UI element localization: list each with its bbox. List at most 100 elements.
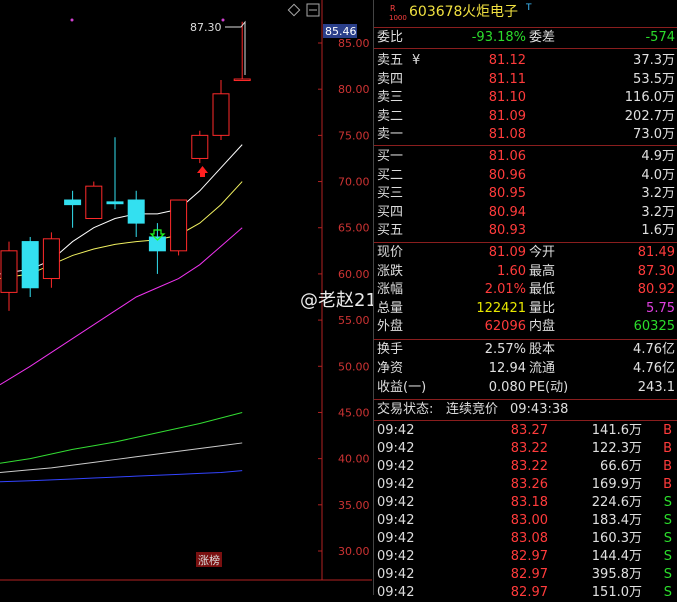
order-book-row[interactable]: 买五 80.93 1.6万 [374, 222, 677, 240]
tick-volume: 151.0万 [591, 585, 642, 600]
stat-value: 243.1 [637, 380, 675, 395]
tick-row[interactable]: 09:42 83.00 183.4万 S [374, 512, 677, 530]
buy-price: 80.95 [488, 186, 526, 202]
limit-up-badge-label: 涨榜 [198, 553, 220, 567]
y-tick-label: 60.00 [338, 268, 370, 281]
tick-price: 82.97 [510, 549, 548, 564]
sell-volume: 53.5万 [633, 71, 675, 87]
sell-level-label: 卖三 [377, 90, 404, 106]
tick-time: 09:42 [377, 549, 415, 564]
y-tick-label: 65.00 [338, 222, 370, 235]
order-book-row[interactable]: 买四 80.94 3.2万 [374, 204, 677, 222]
tick-volume: 141.6万 [591, 423, 642, 438]
stat-label: 换手 [377, 342, 404, 357]
candle-body [233, 78, 251, 82]
candle-body [212, 93, 230, 136]
tick-side: S [663, 567, 672, 582]
tick-volume: 395.8万 [591, 567, 642, 582]
order-book-row[interactable]: 卖五 ¥81.12 37.3万 [374, 52, 677, 70]
stat-label: 涨幅 [377, 282, 404, 298]
stat-value: 62096 [484, 319, 526, 335]
tick-row[interactable]: 09:42 83.27 141.6万 B [374, 422, 677, 440]
tick-price: 82.97 [510, 585, 548, 600]
divider [374, 339, 677, 340]
buy-level-label: 买二 [377, 167, 404, 183]
sell-volume: 73.0万 [633, 127, 675, 143]
y-tick-label: 80.00 [338, 83, 370, 96]
y-tick-label: 70.00 [338, 176, 370, 189]
stat-label: 最高 [529, 263, 556, 279]
stat-row: 涨幅 2.01% 最低 80.92 [374, 281, 677, 299]
tick-row[interactable]: 09:42 83.22 66.6万 B [374, 458, 677, 476]
stat-row: 换手 2.57% 股本 4.76亿 [374, 341, 677, 359]
tick-time: 09:42 [377, 441, 415, 456]
divider [374, 27, 677, 28]
tick-side: B [663, 423, 672, 438]
trade-status-row: 交易状态: 连续竞价 09:43:38 [374, 401, 677, 419]
divider [374, 48, 677, 49]
order-book-row[interactable]: 卖二 81.09 202.7万 [374, 108, 677, 126]
stat-value: 60325 [633, 319, 675, 335]
stat-value: 80.92 [637, 282, 675, 298]
candle-body [42, 238, 60, 280]
buy-volume: 1.6万 [641, 223, 675, 239]
sell-price: 81.09 [488, 108, 526, 124]
stat-value: 4.76亿 [633, 342, 675, 357]
tick-row[interactable]: 09:42 82.97 151.0万 S [374, 584, 677, 602]
stat-value: 2.57% [484, 342, 526, 357]
y-tick-label: 35.00 [338, 499, 370, 512]
sell-price: 81.11 [488, 71, 526, 87]
order-book-row[interactable]: 卖一 81.08 73.0万 [374, 126, 677, 144]
sell-price: 81.08 [488, 127, 526, 143]
trade-status-label: 交易状态: [377, 402, 434, 417]
candle-body [21, 241, 39, 289]
buy-price: 80.93 [488, 223, 526, 239]
tick-price: 83.22 [510, 441, 548, 456]
trade-status-value: 连续竞价 [446, 402, 499, 417]
sell-price: 81.12 [488, 53, 526, 68]
y-tick-label: 50.00 [338, 360, 370, 373]
tick-row[interactable]: 09:42 82.97 144.4万 S [374, 548, 677, 566]
buy-volume: 4.0万 [641, 167, 675, 183]
divider [374, 420, 677, 421]
tick-time: 09:42 [377, 567, 415, 582]
order-book-row[interactable]: 卖三 81.10 116.0万 [374, 89, 677, 107]
tick-row[interactable]: 09:42 83.18 224.6万 S [374, 494, 677, 512]
buy-price: 80.96 [488, 167, 526, 183]
tick-side: S [663, 513, 672, 528]
tick-price: 83.08 [510, 531, 548, 546]
tick-time: 09:42 [377, 477, 415, 492]
buy-level-label: 买五 [377, 223, 404, 239]
tick-row[interactable]: 09:42 83.26 169.9万 B [374, 476, 677, 494]
marker-dot [221, 18, 225, 22]
tick-price: 83.22 [510, 459, 548, 474]
tick-side: S [663, 495, 672, 510]
currency-sign: ¥ [412, 53, 421, 68]
sell-volume: 116.0万 [624, 90, 675, 106]
tick-side: B [663, 477, 672, 492]
tick-row[interactable]: 09:42 82.97 395.8万 S [374, 566, 677, 584]
tick-row[interactable]: 09:42 83.22 122.3万 B [374, 440, 677, 458]
stat-label: 内盘 [529, 319, 556, 335]
order-book-row[interactable]: 买二 80.96 4.0万 [374, 167, 677, 185]
stock-header[interactable]: R 1000 603678 火炬电子 T [374, 3, 677, 25]
stat-value: 0.080 [488, 380, 526, 395]
stat-value: 12.94 [488, 361, 526, 376]
order-book-row[interactable]: 卖四 81.11 53.5万 [374, 71, 677, 89]
tick-volume: 160.3万 [591, 531, 642, 546]
tick-side: S [663, 585, 672, 600]
stat-row: 总量 122421 量比 5.75 [374, 300, 677, 318]
sell-volume: 37.3万 [633, 53, 675, 68]
stat-label: 量比 [529, 300, 556, 316]
order-book-row[interactable]: 买三 80.95 3.2万 [374, 185, 677, 203]
weicha-label: 委差 [529, 30, 556, 45]
y-tick-label: 40.00 [338, 453, 370, 466]
stock-name: 火炬电子 [462, 4, 518, 20]
weibi-value: -93.18% [471, 30, 526, 45]
tick-price: 83.18 [510, 495, 548, 510]
order-book-row[interactable]: 买一 81.06 4.9万 [374, 148, 677, 166]
stat-label: 最低 [529, 282, 556, 298]
tick-row[interactable]: 09:42 83.08 160.3万 S [374, 530, 677, 548]
stat-label: 净资 [377, 361, 404, 376]
diamond-icon[interactable] [287, 3, 301, 17]
